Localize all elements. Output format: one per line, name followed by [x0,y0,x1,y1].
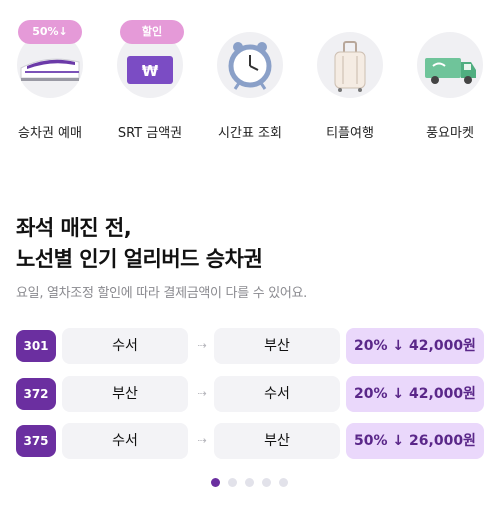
menu-icon-circle [417,32,483,98]
discount-price-button[interactable]: 20% ↓ 42,000원 [346,328,484,364]
arrival-station[interactable]: 수서 [214,376,340,412]
departure-station[interactable]: 수서 [62,423,188,459]
alarm-clock-icon [228,42,272,90]
menu-srt-voucher[interactable]: ₩ 할인 SRT 금액권 [105,20,195,150]
pagination-dot[interactable] [262,478,271,487]
section-title-line1: 좌석 매진 전, [16,216,132,240]
menu-pungyo-market[interactable]: 풍요마켓 [405,20,495,150]
menu-label: 티플여행 [326,126,374,141]
menu-label: 승차권 예매 [18,126,82,141]
train-number-badge: 301 [16,330,56,362]
svg-text:₩: ₩ [142,62,159,80]
sale-badge: 할인 [120,20,184,44]
arrow-icon: ⇢ [197,387,207,400]
arrow-icon: ⇢ [197,339,207,352]
suitcase-icon [334,41,366,92]
pagination-dot[interactable] [211,478,220,487]
menu-timetable[interactable]: 시간표 조회 [205,20,295,150]
menu-ticket-booking[interactable]: 50%↓ 승차권 예매 [5,20,95,150]
route-row[interactable]: 301 수서 ⇢ 부산 20% ↓ 42,000원 [16,328,484,364]
departure-station[interactable]: 수서 [62,328,188,364]
carousel-pagination [0,478,499,490]
arrival-station[interactable]: 부산 [214,328,340,364]
arrival-station[interactable]: 부산 [214,423,340,459]
pagination-dot[interactable] [279,478,288,487]
train-number-badge: 372 [16,378,56,410]
pagination-dot[interactable] [245,478,254,487]
route-row[interactable]: 375 수서 ⇢ 부산 50% ↓ 26,000원 [16,423,484,459]
menu-icon-circle [217,32,283,98]
delivery-truck-icon [425,58,476,84]
section-title-line2: 노선별 인기 얼리버드 승차권 [16,247,263,271]
menu-tiple-travel[interactable]: 티플여행 [305,20,395,150]
route-row[interactable]: 372 부산 ⇢ 수서 20% ↓ 42,000원 [16,376,484,412]
discount-price-button[interactable]: 20% ↓ 42,000원 [346,376,484,412]
menu-label: SRT 금액권 [117,126,183,141]
menu-label: 풍요마켓 [426,126,474,141]
menu-label: 시간표 조회 [218,126,282,141]
discount-badge: 50%↓ [18,20,82,44]
quick-menu: 50%↓ 승차권 예매 ₩ 할인 SRT 금액권 시간표 조회 티플여행 풍요마… [0,20,499,150]
train-number-badge: 375 [16,425,56,457]
menu-icon-circle [317,32,383,98]
pagination-dot[interactable] [228,478,237,487]
section-description: 요일, 열차조정 할인에 따라 결제금액이 다를 수 있어요. [16,286,308,301]
departure-station[interactable]: 부산 [62,376,188,412]
discount-price-button[interactable]: 50% ↓ 26,000원 [346,423,484,459]
arrow-icon: ⇢ [197,434,207,447]
